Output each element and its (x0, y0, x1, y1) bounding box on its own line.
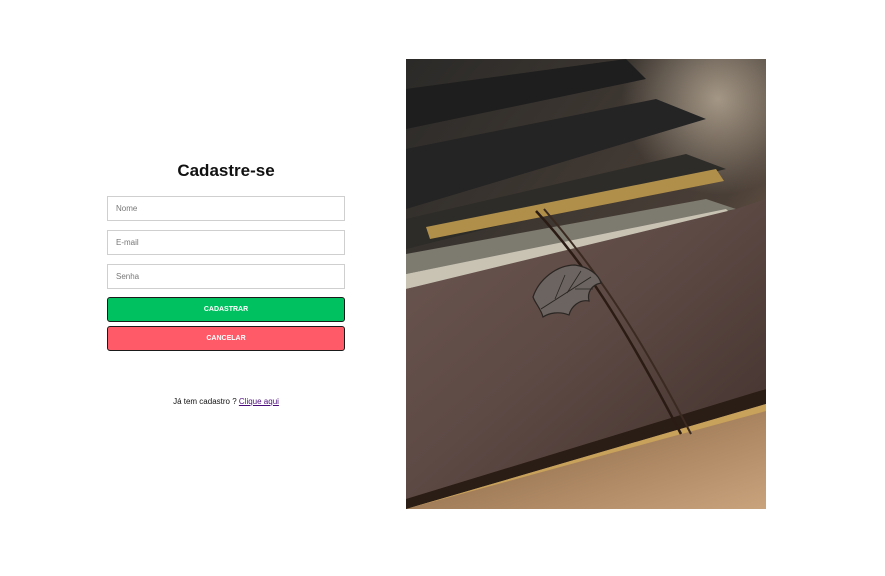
login-link[interactable]: Clique aqui (239, 397, 279, 406)
password-field[interactable] (107, 264, 345, 289)
cancel-button[interactable]: CANCELAR (107, 326, 345, 351)
register-button[interactable]: CADASTRAR (107, 297, 345, 322)
signup-form: Cadastre-se CADASTRAR CANCELAR (107, 160, 345, 351)
signup-page: Cadastre-se CADASTRAR CANCELAR Já tem ca… (0, 0, 885, 576)
name-field[interactable] (107, 196, 345, 221)
form-title: Cadastre-se (177, 161, 275, 180)
hero-photo (406, 59, 766, 509)
email-field[interactable] (107, 230, 345, 255)
login-prompt: Já tem cadastro ? Clique aqui (107, 397, 345, 406)
hero-image (406, 59, 766, 509)
login-prompt-text: Já tem cadastro ? (173, 397, 237, 406)
